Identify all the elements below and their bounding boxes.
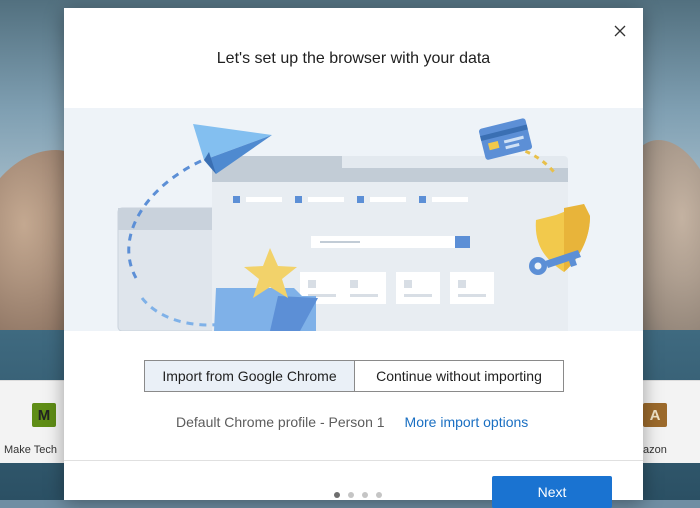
next-button[interactable]: Next: [492, 476, 612, 508]
dialog-title: Let's set up the browser with your data: [216, 50, 491, 67]
chrome-profile-label: Default Chrome profile - Person 1: [176, 414, 385, 430]
tile-label: Make Tech: [4, 444, 57, 456]
tile-favicon: A: [643, 403, 667, 427]
step-indicator: [334, 492, 382, 498]
step-dot-3: [362, 492, 368, 498]
step-dot-4: [376, 492, 382, 498]
import-from-chrome-button[interactable]: Import from Google Chrome: [144, 360, 355, 392]
quick-link-tile-right[interactable]: A azon: [643, 380, 700, 463]
import-choice-group: Import from Google Chrome Continue witho…: [144, 360, 564, 392]
close-button[interactable]: [609, 20, 631, 42]
import-illustration: [64, 108, 643, 331]
import-data-dialog: Let's set up the browser with your data: [64, 8, 643, 508]
footer-divider: [64, 460, 643, 461]
step-dot-1: [334, 492, 340, 498]
step-dot-2: [348, 492, 354, 498]
quick-link-tile-left[interactable]: M Make Tech: [0, 380, 64, 463]
more-import-options-link[interactable]: More import options: [405, 414, 529, 430]
tile-favicon: M: [32, 403, 56, 427]
continue-without-importing-button[interactable]: Continue without importing: [355, 360, 564, 392]
tile-label: azon: [643, 444, 667, 456]
profile-row: Default Chrome profile - Person 1 More i…: [176, 414, 528, 430]
close-icon: [614, 25, 626, 37]
